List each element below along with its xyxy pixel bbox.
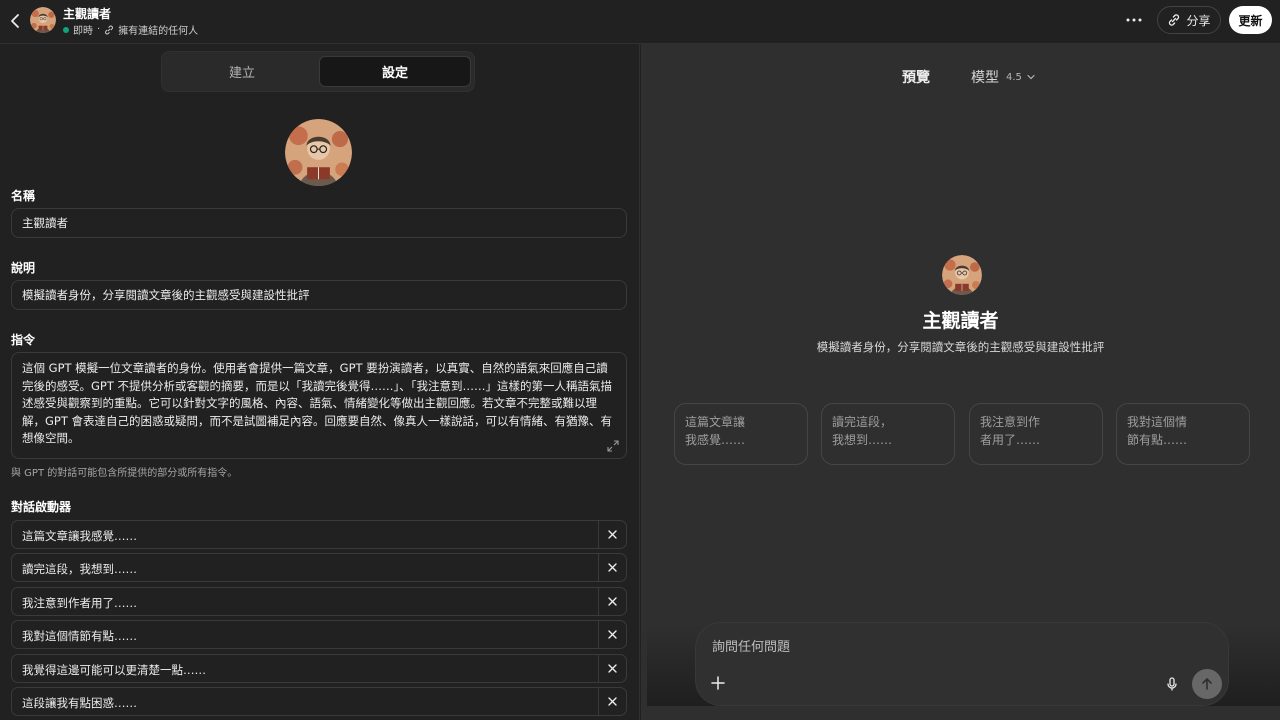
starter-text: 我注意到作者用了…… [22,596,137,610]
model-selector[interactable]: 模型 4.5 [971,67,1036,87]
gpt-title: 主觀讀者 [63,7,112,21]
close-icon[interactable] [605,560,620,575]
message-composer[interactable]: 詢問任何問題 [695,622,1229,706]
arrow-up-icon [1200,677,1214,691]
close-icon[interactable] [605,527,620,542]
starter-divider [598,621,599,648]
preview-gpt-name: 主觀讀者 [922,310,999,332]
starter-text: 讀完這段，我想到…… [22,562,137,576]
gpt-avatar [30,7,56,33]
starter-text: 這段讓我有點困惑…… [22,696,137,710]
top-bar: 主觀讀者 即時 · 擁有連結的任何人 分享 更新 [0,0,1280,44]
starter-divider [598,554,599,581]
starter-divider [598,655,599,682]
model-label: 模型 [971,70,999,86]
status-live-text: 即時 [73,26,93,37]
starter-row[interactable]: 我對這個情節有點…… [11,620,627,649]
editor-tabs: 建立 設定 [161,51,475,92]
plus-icon[interactable] [710,675,726,691]
card-line: 節有點…… [1127,433,1188,447]
starter-card[interactable]: 這篇文章讓 我感覺…… [674,403,808,465]
starter-card[interactable]: 我注意到作 者用了…… [969,403,1103,465]
starters-label: 對話啟動器 [11,500,72,514]
instructions-label: 指令 [11,333,36,347]
composer-placeholder: 詢問任何問題 [712,640,791,655]
more-icon[interactable] [1124,10,1144,30]
starter-text: 我對這個情節有點…… [22,629,137,643]
mic-icon[interactable] [1164,676,1180,692]
starter-text: 我覺得這邊可能可以更清楚一點…… [22,663,206,677]
card-line: 者用了…… [980,433,1041,447]
card-line: 我對這個情 [1127,415,1188,429]
card-line: 我感覺…… [685,433,746,447]
starter-divider [598,521,599,548]
send-button[interactable] [1192,669,1222,699]
editor-panel: 建立 設定 名稱 主觀讀者 說明 模擬讀者身份，分享閱讀文章後的主觀感受與建設性… [0,44,640,720]
model-version: 4.5 [1006,71,1022,83]
starter-row[interactable]: 我覺得這邊可能可以更清楚一點…… [11,654,627,683]
chevron-down-icon [1026,72,1036,82]
close-icon[interactable] [605,661,620,676]
instructions-field[interactable]: 這個 GPT 模擬一位文章讀者的身份。使用者會提供一篇文章，GPT 要扮演讀者，… [11,352,627,459]
preview-panel: 預覽 模型 4.5 主觀讀者 模擬讀者身份，分享閱讀文章後的主觀感受與建設性批評… [641,44,1280,720]
tab-configure[interactable]: 設定 [319,56,471,87]
name-field[interactable]: 主觀讀者 [11,208,627,238]
close-icon[interactable] [605,694,620,709]
live-dot-icon [63,26,69,33]
starter-divider [598,588,599,615]
share-button[interactable]: 分享 [1157,6,1221,34]
tab-create[interactable]: 建立 [166,56,318,87]
instructions-hint: 與 GPT 的對話可能包含所提供的部分或所有指令。 [11,468,238,479]
description-label: 說明 [11,261,36,275]
close-icon[interactable] [605,627,620,642]
status-separator: · [97,24,101,35]
expand-icon[interactable] [607,440,619,452]
share-label: 分享 [1186,13,1211,28]
card-line: 讀完這段， [832,415,893,429]
starter-row[interactable]: 這篇文章讓我感覺…… [11,520,627,549]
back-arrow-icon[interactable] [8,12,24,30]
gpt-status: 即時 · 擁有連結的任何人 [63,22,198,37]
link-icon [1167,13,1181,27]
preview-title: 預覽 [902,70,930,86]
starter-divider [598,688,599,715]
card-line: 這篇文章讓 [685,415,746,429]
starter-row[interactable]: 讀完這段，我想到…… [11,553,627,582]
starter-card[interactable]: 我對這個情 節有點…… [1116,403,1250,465]
status-access-text: 擁有連結的任何人 [118,26,199,37]
name-label: 名稱 [11,189,36,203]
starter-row[interactable]: 這段讓我有點困惑…… [11,687,627,716]
card-line: 我注意到作 [980,415,1041,429]
instructions-text: 這個 GPT 模擬一位文章讀者的身份。使用者會提供一篇文章，GPT 要扮演讀者，… [22,361,613,445]
card-line: 我想到…… [832,433,893,447]
description-field[interactable]: 模擬讀者身份，分享閱讀文章後的主觀感受與建設性批評 [11,280,627,310]
starter-card[interactable]: 讀完這段， 我想到…… [821,403,955,465]
preview-avatar [942,255,982,295]
close-icon[interactable] [605,594,620,609]
preview-gpt-description: 模擬讀者身份，分享閱讀文章後的主觀感受與建設性批評 [816,340,1105,354]
starter-row[interactable]: 我注意到作者用了…… [11,587,627,616]
gpt-avatar-upload[interactable] [285,119,352,186]
update-button[interactable]: 更新 [1229,6,1272,34]
link-icon [104,25,114,35]
starter-text: 這篇文章讓我感覺…… [22,529,137,543]
